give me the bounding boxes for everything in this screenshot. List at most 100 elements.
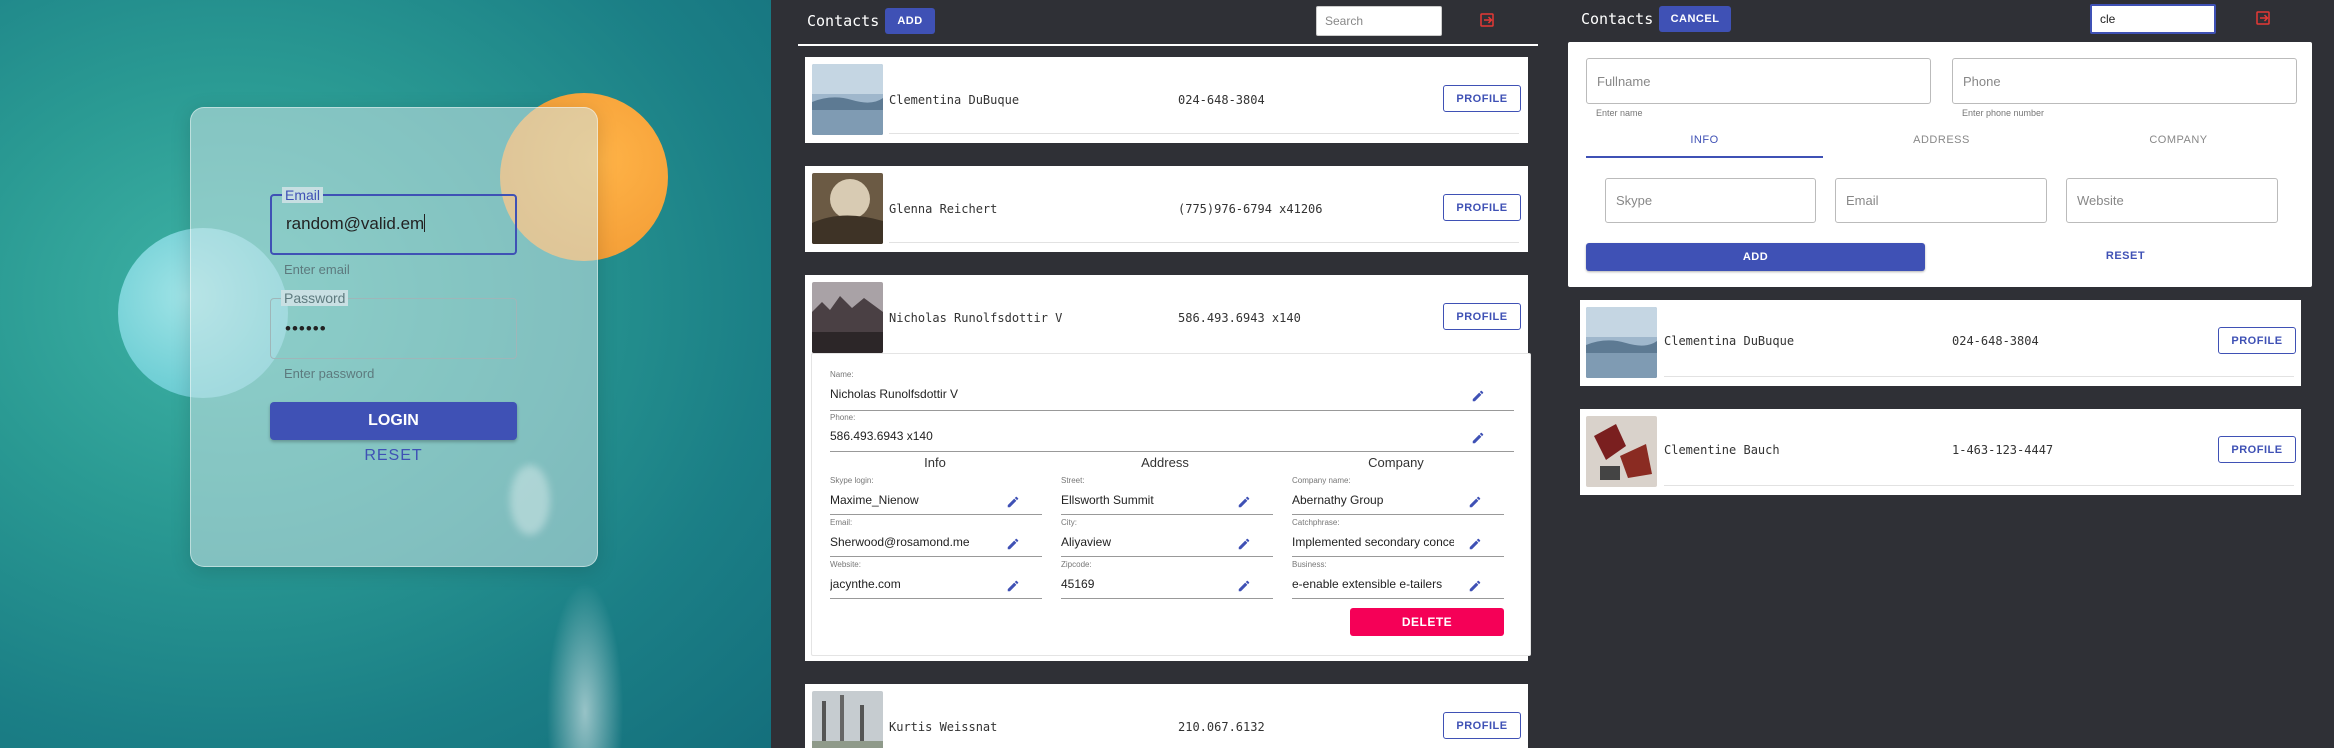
logout-icon[interactable] — [2254, 9, 2272, 27]
edit-icon[interactable] — [1471, 431, 1485, 445]
contact-name: Clementina DuBuque — [1664, 334, 1795, 348]
add-button[interactable]: ADD — [1586, 243, 1925, 271]
zipcode-label: Zipcode: — [1061, 560, 1092, 569]
login-background: Email random@valid.em Enter email Passwo… — [0, 0, 771, 748]
tab-indicator — [1586, 156, 1823, 158]
profile-button[interactable]: PROFILE — [1443, 303, 1521, 330]
delete-button[interactable]: DELETE — [1350, 608, 1504, 636]
business-value[interactable]: e-enable extensible e-tailers — [1292, 577, 1454, 591]
business-label: Business: — [1292, 560, 1327, 569]
catchphrase-value[interactable]: Implemented secondary concept — [1292, 535, 1454, 549]
city-value[interactable]: Aliyaview — [1061, 535, 1231, 549]
email-input[interactable]: Email — [1835, 178, 2047, 223]
edit-icon[interactable] — [1471, 389, 1485, 403]
street-label: Street: — [1061, 476, 1085, 485]
name-value[interactable]: Nicholas Runolfsdottir V — [830, 387, 1230, 401]
email-helper: Enter email — [284, 262, 350, 277]
password-helper: Enter password — [284, 366, 375, 381]
zipcode-value[interactable]: 45169 — [1061, 577, 1231, 591]
edit-icon[interactable] — [1237, 579, 1251, 593]
address-heading: Address — [1141, 455, 1189, 470]
avatar — [812, 691, 883, 748]
name-label: Name: — [830, 370, 854, 379]
contact-name: Kurtis Weissnat — [889, 720, 998, 734]
email-label: Email: — [830, 518, 853, 527]
phone-input[interactable]: Phone — [1952, 58, 2297, 104]
info-heading: Info — [924, 455, 946, 470]
edit-icon[interactable] — [1468, 537, 1482, 551]
edit-icon[interactable] — [1468, 495, 1482, 509]
contact-phone: 210.067.6132 — [1178, 720, 1265, 734]
edit-icon[interactable] — [1237, 537, 1251, 551]
email-value: random@valid.em — [286, 214, 425, 233]
email-value[interactable]: Sherwood@rosamond.me — [830, 535, 1000, 549]
skype-input[interactable]: Skype — [1605, 178, 1816, 223]
edit-icon[interactable] — [1006, 579, 1020, 593]
tab-address[interactable]: ADDRESS — [1823, 134, 2060, 146]
contact-name: Clementina DuBuque — [889, 93, 1020, 107]
email-field[interactable]: Email random@valid.em — [270, 187, 517, 255]
city-label: City: — [1061, 518, 1077, 527]
search-input[interactable]: Search — [1316, 6, 1442, 36]
contact-phone: 1-463-123-4447 — [1952, 443, 2054, 457]
website-input[interactable]: Website — [2066, 178, 2278, 223]
website-value[interactable]: jacynthe.com — [830, 577, 1000, 591]
skype-value[interactable]: Maxime_Nienow — [830, 493, 1000, 507]
website-label: Website: — [830, 560, 861, 569]
catchphrase-label: Catchphrase: — [1292, 518, 1340, 527]
phone-value[interactable]: 586.493.6943 x140 — [830, 429, 1230, 443]
contact-phone: 586.493.6943 x140 — [1178, 311, 1301, 325]
appbar-underline — [798, 44, 1538, 46]
avatar — [812, 282, 883, 353]
tab-company[interactable]: COMPANY — [2060, 134, 2297, 146]
skype-label: Skype login: — [830, 476, 874, 485]
list-item[interactable]: Clementina DuBuque 024-648-3804 PROFILE — [1580, 300, 2301, 386]
avatar — [812, 173, 883, 244]
avatar — [812, 64, 883, 135]
list-item[interactable]: Clementina DuBuque 024-648-3804 PROFILE — [805, 57, 1528, 143]
list-item[interactable]: Clementine Bauch 1-463-123-4447 PROFILE — [1580, 409, 2301, 495]
app-title: Contacts — [1581, 10, 1654, 28]
cancel-button[interactable]: CANCEL — [1659, 6, 1731, 32]
company-name-value[interactable]: Abernathy Group — [1292, 493, 1462, 507]
list-item[interactable]: Kurtis Weissnat 210.067.6132 PROFILE — [805, 684, 1528, 748]
logout-icon[interactable] — [1478, 11, 1496, 29]
profile-button[interactable]: PROFILE — [1443, 85, 1521, 112]
tab-info[interactable]: INFO — [1586, 134, 1823, 146]
contact-name: Clementine Bauch — [1664, 443, 1780, 457]
edit-icon[interactable] — [1006, 495, 1020, 509]
login-button[interactable]: LOGIN — [270, 402, 517, 440]
company-heading: Company — [1368, 455, 1424, 470]
reset-button[interactable]: RESET — [270, 447, 517, 465]
fullname-helper: Enter name — [1596, 108, 1643, 118]
edit-icon[interactable] — [1237, 495, 1251, 509]
contact-phone: (775)976-6794 x41206 — [1178, 202, 1323, 216]
company-name-label: Company name: — [1292, 476, 1351, 485]
email-label: Email — [282, 187, 324, 203]
contact-phone: 024-648-3804 — [1952, 334, 2039, 348]
reset-button[interactable]: RESET — [1956, 250, 2295, 262]
add-contact-button[interactable]: ADD — [885, 8, 935, 34]
edit-icon[interactable] — [1006, 537, 1020, 551]
password-value: •••••• — [285, 319, 327, 338]
list-item[interactable]: Glenna Reichert (775)976-6794 x41206 PRO… — [805, 166, 1528, 252]
password-field[interactable]: Password •••••• — [270, 290, 517, 359]
edit-icon[interactable] — [1468, 579, 1482, 593]
fullname-input[interactable]: Fullname — [1586, 58, 1931, 104]
profile-button[interactable]: PROFILE — [1443, 194, 1521, 221]
phone-label: Phone: — [830, 413, 856, 422]
contact-phone: 024-648-3804 — [1178, 93, 1265, 107]
profile-button[interactable]: PROFILE — [2218, 327, 2296, 354]
add-contact-form: Fullname Enter name Phone Enter phone nu… — [1568, 42, 2312, 287]
contact-detail-panel: Name: Nicholas Runolfsdottir V Phone: 58… — [811, 353, 1531, 656]
avatar — [1586, 416, 1657, 487]
contact-name: Nicholas Runolfsdottir V — [889, 311, 1063, 325]
search-input[interactable]: cle — [2090, 4, 2216, 34]
street-value[interactable]: Ellsworth Summit — [1061, 493, 1231, 507]
avatar — [1586, 307, 1657, 378]
profile-button[interactable]: PROFILE — [2218, 436, 2296, 463]
app-title: Contacts — [807, 12, 880, 30]
phone-helper: Enter phone number — [1962, 108, 2045, 118]
profile-button[interactable]: PROFILE — [1443, 712, 1521, 739]
contact-name: Glenna Reichert — [889, 202, 998, 216]
